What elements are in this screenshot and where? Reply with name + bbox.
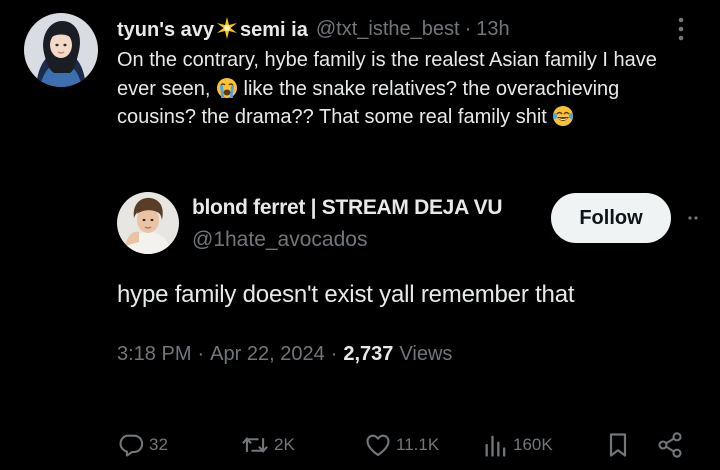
reply-icon: [117, 431, 145, 459]
analytics-icon: [483, 431, 509, 459]
author-name[interactable]: blond ferret | STREAM DEJA VU: [192, 196, 503, 220]
author-handle[interactable]: @1hate_avocados: [192, 228, 367, 252]
reply-body: On the contrary, hybe family is the real…: [117, 46, 697, 132]
action-bar: 32 2K 11.1K 160K: [0, 425, 720, 465]
crying-face-icon: [216, 77, 238, 99]
reply-count: 32: [149, 435, 168, 454]
reply-timestamp[interactable]: 13h: [476, 18, 509, 41]
reply-tweet[interactable]: tyun's avy semi ia @txt_isthe_best · 13h …: [0, 0, 720, 180]
reply-author-handle[interactable]: @txt_isthe_best: [316, 18, 460, 41]
bookmark-button[interactable]: [606, 425, 630, 465]
tweet-text: hype family doesn't exist yall remember …: [117, 281, 575, 308]
reply-header: tyun's avy semi ia @txt_isthe_best · 13h: [117, 16, 510, 42]
tweet-date[interactable]: Apr 22, 2024: [210, 343, 325, 366]
repost-count: 2K: [274, 435, 295, 454]
follow-button[interactable]: Follow: [551, 193, 671, 243]
views-action-count: 160K: [513, 435, 553, 454]
reply-name-first: tyun's avy: [117, 19, 215, 41]
reply-avatar[interactable]: [24, 13, 98, 87]
views-count: 2,737: [343, 343, 394, 365]
bookmark-icon: [606, 431, 630, 459]
reply-name-second: semi ia: [240, 19, 308, 41]
tweet-metadata: 3:18 PM · Apr 22, 2024 · 2,737 Views: [117, 343, 452, 366]
reply-author-name[interactable]: tyun's avy semi ia: [117, 16, 308, 42]
tears-of-joy-icon: [552, 105, 574, 127]
author-avatar[interactable]: [117, 192, 179, 254]
more-options-icon[interactable]: [686, 208, 700, 228]
like-button[interactable]: 11.1K: [364, 425, 439, 465]
sparkle-star-icon: [215, 16, 239, 40]
heart-icon: [364, 431, 392, 459]
like-count: 11.1K: [396, 435, 440, 454]
repost-icon: [240, 431, 270, 459]
repost-button[interactable]: 2K: [240, 425, 295, 465]
share-button[interactable]: [656, 425, 684, 465]
reply-dot-separator: ·: [464, 17, 472, 40]
more-options-icon[interactable]: [672, 15, 690, 43]
tweet-time[interactable]: 3:18 PM: [117, 343, 191, 366]
meta-separator: ·: [197, 343, 205, 365]
meta-separator: ·: [330, 343, 338, 365]
reply-button[interactable]: 32: [117, 425, 168, 465]
share-icon: [656, 431, 684, 459]
views-label[interactable]: Views: [399, 343, 452, 366]
views-button[interactable]: 160K: [483, 425, 553, 465]
